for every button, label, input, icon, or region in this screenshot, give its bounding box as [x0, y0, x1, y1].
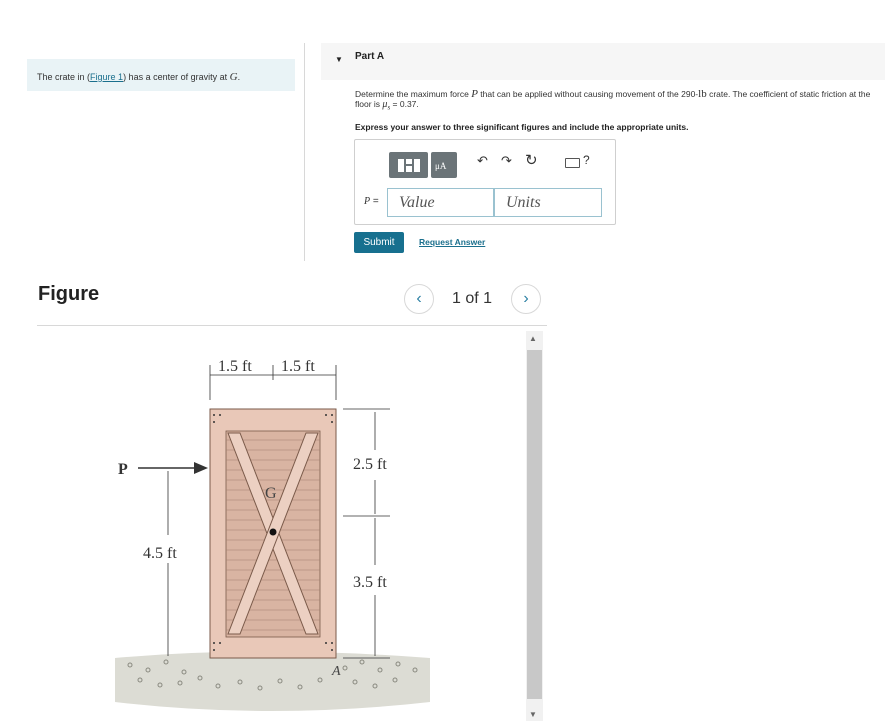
- crate-figure: G A 1.5 ft 1.5 ft 2.5 ft 3.5 ft 4.5 ft P: [115, 358, 430, 711]
- scroll-up-icon[interactable]: ▲: [529, 334, 537, 343]
- value-input[interactable]: Value: [387, 188, 494, 217]
- figure-pager: 1 of 1: [452, 290, 493, 307]
- problem-var: G: [229, 71, 238, 83]
- redo-icon[interactable]: ↷: [501, 153, 512, 169]
- q-t4: = 0.37.: [390, 99, 419, 109]
- value-placeholder: Value: [399, 194, 435, 211]
- instruction-text: Express your answer to three significant…: [355, 122, 689, 132]
- problem-prefix: The crate in (: [37, 72, 91, 82]
- triangle-down-icon[interactable]: ▼: [335, 55, 343, 64]
- label-a: A: [331, 664, 341, 679]
- answer-equals: =: [370, 196, 379, 207]
- figure-divider: [37, 325, 547, 326]
- q-t1: Determine the maximum force: [355, 89, 472, 99]
- scroll-down-icon[interactable]: ▼: [529, 710, 537, 719]
- figure-title: Figure: [38, 283, 100, 305]
- chevron-left-icon: ‹: [416, 290, 422, 307]
- next-figure-button[interactable]: ›: [511, 284, 541, 314]
- q-p: P: [471, 88, 478, 100]
- keyboard-icon[interactable]: [565, 158, 580, 168]
- help-icon[interactable]: ?: [583, 153, 590, 167]
- units-placeholder: Units: [506, 194, 541, 211]
- part-title: Part A: [355, 51, 385, 62]
- ground: [115, 651, 430, 711]
- label-g: G: [265, 485, 277, 502]
- dim-label-2: 1.5 ft: [281, 358, 315, 375]
- dim-label-4: 3.5 ft: [353, 574, 387, 591]
- force-arrow-head: [194, 462, 208, 474]
- column-divider: [304, 43, 305, 261]
- label-p: P: [118, 461, 128, 478]
- q-t2: that can be applied without causing move…: [477, 89, 699, 99]
- dim-label-5: 4.5 ft: [143, 545, 177, 562]
- templates-button[interactable]: [389, 152, 428, 178]
- chevron-right-icon: ›: [523, 290, 529, 307]
- answer-label: P =: [364, 196, 379, 207]
- reset-icon[interactable]: ↻: [525, 151, 538, 169]
- request-answer-link[interactable]: Request Answer: [419, 237, 485, 247]
- submit-button[interactable]: Submit: [354, 232, 404, 253]
- templates-icon: [398, 159, 420, 172]
- question-text: Determine the maximum force P that can b…: [355, 89, 880, 113]
- dim-label-1: 1.5 ft: [218, 358, 252, 375]
- part-header[interactable]: ▼ Part A: [321, 43, 885, 80]
- problem-text: The crate in (Figure 1) has a center of …: [37, 71, 240, 83]
- symbols-button[interactable]: μA: [431, 152, 457, 178]
- answer-box: μA ↶ ↷ ↻ ? P = Value Units: [354, 139, 616, 225]
- prev-figure-button[interactable]: ‹: [404, 284, 434, 314]
- right-dimension-lines: [343, 408, 390, 659]
- problem-end: .: [237, 72, 241, 82]
- problem-statement: The crate in (Figure 1) has a center of …: [27, 59, 295, 91]
- figure-link[interactable]: Figure 1: [90, 72, 123, 82]
- q-unit: lb: [698, 88, 707, 100]
- dim-label-3: 2.5 ft: [353, 456, 387, 473]
- problem-suffix: ) has a center of gravity at: [123, 72, 230, 82]
- undo-icon[interactable]: ↶: [477, 153, 488, 169]
- center-of-gravity-point: [269, 528, 277, 536]
- units-input[interactable]: Units: [494, 188, 602, 217]
- scrollbar-thumb[interactable]: [527, 350, 542, 699]
- mu-a-label: μA: [435, 161, 447, 171]
